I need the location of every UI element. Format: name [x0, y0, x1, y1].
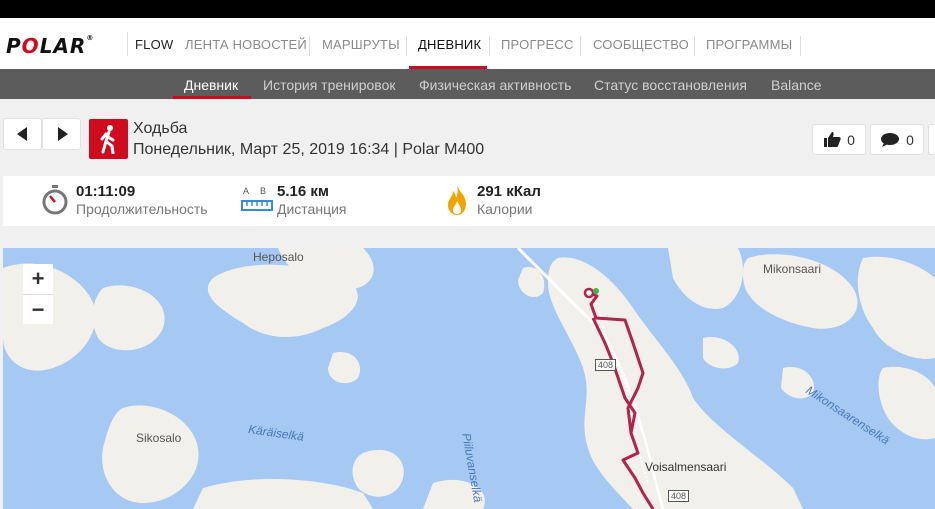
prev-session-button[interactable] [3, 118, 42, 150]
subnav-activity[interactable]: Физическая активность [419, 77, 571, 93]
subnav-active-indicator [173, 96, 251, 99]
road-number-badge: 408 [668, 490, 690, 502]
calories-value: 291 кКал [477, 183, 541, 200]
comment-icon [881, 132, 900, 147]
nav-divider [800, 36, 801, 56]
subnav-recovery-status[interactable]: Статус восстановления [594, 77, 747, 93]
subnav-training-history[interactable]: История тренировок [263, 77, 395, 93]
map-label-voisalmensaari: Voisalmensaari [645, 460, 727, 474]
duration-label: Продолжительность [76, 201, 208, 217]
nav-divider [489, 36, 490, 56]
comment-button[interactable]: 0 [870, 124, 924, 155]
activity-title: Ходьба [133, 120, 188, 137]
flow-label: FLOW [135, 37, 174, 52]
nav-routes[interactable]: МАРШРУТЫ [322, 37, 400, 52]
nav-divider [406, 36, 407, 56]
logo-divider [127, 32, 128, 56]
distance-value: 5.16 км [277, 183, 329, 200]
duration-value: 01:11:09 [76, 183, 136, 200]
polar-logo[interactable]: POLAR® [6, 34, 94, 58]
calories-label: Калории [477, 201, 533, 217]
flame-icon [448, 185, 466, 215]
like-button[interactable]: 0 [812, 124, 866, 155]
distance-label: Дистанция [277, 201, 347, 217]
nav-progress[interactable]: ПРОГРЕСС [501, 37, 574, 52]
nav-community[interactable]: СООБЩЕСТВО [593, 37, 689, 52]
route-map[interactable]: + − Heposalo Mikonsaari Sikosalo Käräise… [3, 248, 935, 509]
ruler-icon [241, 200, 273, 211]
activity-datetime-device: Понедельник, Март 25, 2019 16:34 | Polar… [133, 141, 485, 158]
next-session-button[interactable] [42, 118, 81, 150]
road-number-badge: 408 [595, 359, 617, 371]
like-count: 0 [847, 131, 855, 148]
nav-divider [694, 36, 695, 56]
map-label-sikosalo: Sikosalo [136, 431, 182, 445]
subnav-diary[interactable]: Дневник [184, 77, 238, 93]
more-button[interactable] [928, 124, 935, 155]
subnav-balance[interactable]: Balance [771, 77, 822, 93]
nav-diary[interactable]: ДНЕВНИК [418, 37, 481, 52]
comment-count: 0 [906, 131, 914, 148]
nav-divider [309, 36, 310, 56]
walking-icon [89, 119, 128, 159]
nav-programs[interactable]: ПРОГРАММЫ [706, 37, 792, 52]
summary-stats: 01:11:09 Продолжительность A B 5.16 км Д… [3, 176, 935, 226]
prev-arrow-icon [16, 127, 27, 141]
sub-navigation: Дневник История тренировок Физическая ак… [0, 69, 935, 99]
zoom-in-button[interactable]: + [23, 264, 53, 294]
main-navigation: POLAR® FLOW ЛЕНТА НОВОСТЕЙ МАРШРУТЫ ДНЕВ… [0, 18, 935, 69]
map-label-heposalo: Heposalo [253, 250, 304, 264]
distance-ab-label: A B [243, 186, 267, 196]
thumbs-up-icon [824, 132, 841, 147]
map-label-mikonsaari: Mikonsaari [763, 262, 822, 276]
zoom-out-button[interactable]: − [23, 294, 53, 324]
nav-divider [580, 36, 581, 56]
nav-news-feed[interactable]: ЛЕНТА НОВОСТЕЙ [185, 37, 307, 52]
browser-top-bar [0, 0, 935, 18]
stopwatch-icon [42, 185, 68, 215]
next-arrow-icon [57, 127, 68, 141]
